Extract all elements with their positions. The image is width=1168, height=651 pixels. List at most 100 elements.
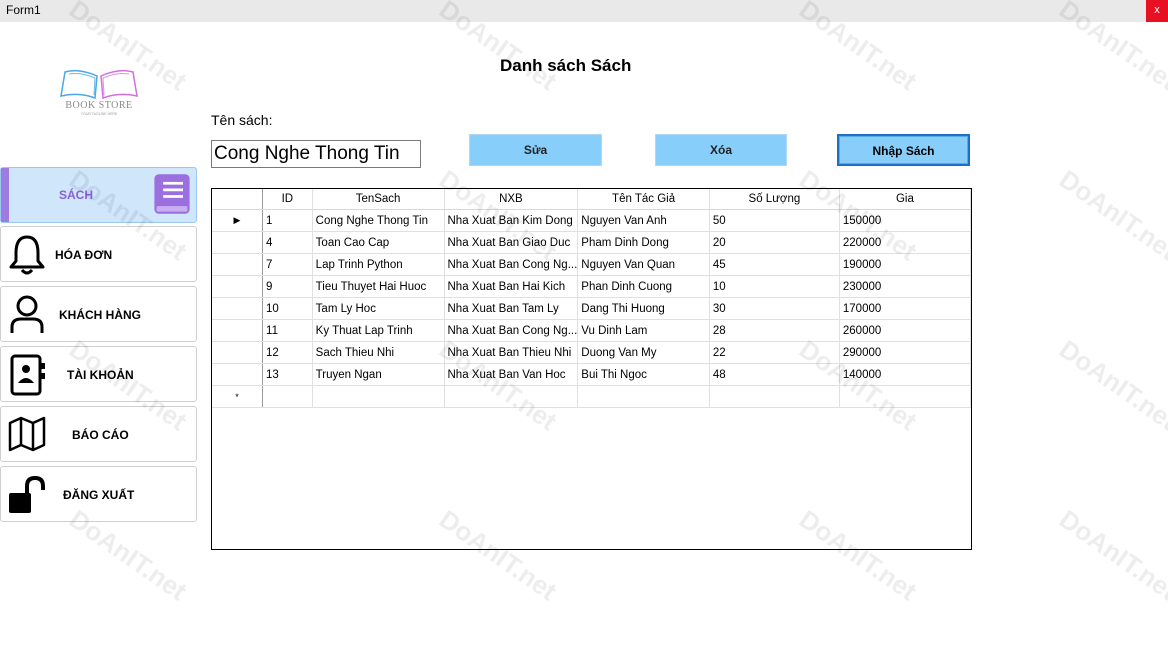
table-cell[interactable]: Nha Xuat Ban Cong Ng... bbox=[444, 319, 579, 342]
sidebar-item-sach[interactable]: SÁCH bbox=[0, 167, 197, 223]
books-grid[interactable]: ID TenSach NXB Tên Tác Giả Số Lượng Gia … bbox=[211, 188, 972, 550]
table-cell[interactable] bbox=[262, 385, 313, 408]
table-cell[interactable]: Nha Xuat Ban Hai Kich bbox=[444, 275, 579, 298]
import-book-button[interactable]: Nhập Sách bbox=[837, 134, 970, 166]
sidebar-item-bao-cao[interactable]: BÁO CÁO bbox=[0, 406, 197, 462]
table-cell[interactable]: 260000 bbox=[839, 319, 971, 342]
window-title: Form1 bbox=[6, 3, 41, 17]
table-cell[interactable]: 13 bbox=[262, 363, 313, 386]
table-cell[interactable]: 7 bbox=[262, 253, 313, 276]
table-cell[interactable]: 290000 bbox=[839, 341, 971, 364]
table-cell[interactable] bbox=[312, 385, 445, 408]
table-cell[interactable] bbox=[577, 385, 710, 408]
logo-brand: BOOK STORE bbox=[65, 100, 133, 111]
table-cell[interactable]: 140000 bbox=[839, 363, 971, 386]
table-cell[interactable]: 22 bbox=[709, 341, 840, 364]
table-cell[interactable]: Nguyen Van Anh bbox=[577, 209, 710, 232]
row-header[interactable] bbox=[212, 275, 264, 298]
table-cell[interactable]: 220000 bbox=[839, 231, 971, 254]
close-button[interactable]: x bbox=[1146, 0, 1168, 22]
column-header-gia[interactable]: Gia bbox=[839, 189, 971, 210]
table-cell[interactable]: Truyen Ngan bbox=[312, 363, 445, 386]
table-cell[interactable]: 10 bbox=[709, 275, 840, 298]
table-cell[interactable]: Cong Nghe Thong Tin bbox=[312, 209, 445, 232]
table-row[interactable]: 10 Tam Ly Hoc Nha Xuat Ban Tam Ly Dang Thi … bbox=[212, 297, 971, 320]
table-cell[interactable]: 28 bbox=[709, 319, 840, 342]
book-name-label: Tên sách: bbox=[211, 112, 273, 128]
column-header-so-luong[interactable]: Số Lượng bbox=[709, 189, 840, 210]
watermark: DoAnIT.net bbox=[1053, 163, 1168, 267]
table-cell[interactable]: 150000 bbox=[839, 209, 971, 232]
table-cell[interactable]: Nha Xuat Ban Tam Ly bbox=[444, 297, 579, 320]
table-row[interactable]: 12 Sach Thieu Nhi Nha Xuat Ban Thieu Nhi Du… bbox=[212, 341, 971, 364]
table-cell[interactable]: Nha Xuat Ban Thieu Nhi bbox=[444, 341, 579, 364]
column-header-id[interactable]: ID bbox=[262, 189, 313, 210]
table-cell[interactable]: Vu Dinh Lam bbox=[577, 319, 710, 342]
table-cell[interactable]: 11 bbox=[262, 319, 313, 342]
table-cell[interactable]: Pham Dinh Dong bbox=[577, 231, 710, 254]
new-row[interactable]: * bbox=[212, 385, 971, 408]
table-cell[interactable]: Dang Thi Huong bbox=[577, 297, 710, 320]
column-header-nxb[interactable]: NXB bbox=[444, 189, 579, 210]
table-row[interactable]: 7 Lap Trinh Python Nha Xuat Ban Cong Ng...… bbox=[212, 253, 971, 276]
table-cell[interactable]: Toan Cao Cap bbox=[312, 231, 445, 254]
table-cell[interactable]: 10 bbox=[262, 297, 313, 320]
sidebar-item-hoa-don[interactable]: HÓA ĐƠN bbox=[0, 226, 197, 282]
sidebar-item-dang-xuat[interactable]: ĐĂNG XUẤT bbox=[0, 466, 197, 522]
table-row[interactable]: 9 Tieu Thuyet Hai Huoc Nha Xuat Ban Hai Ki… bbox=[212, 275, 971, 298]
table-cell[interactable]: Tieu Thuyet Hai Huoc bbox=[312, 275, 445, 298]
sidebar-item-tai-khoan[interactable]: TÀI KHOẢN bbox=[0, 346, 197, 402]
table-cell[interactable]: Nha Xuat Ban Cong Ng... bbox=[444, 253, 579, 276]
table-cell[interactable]: Nha Xuat Ban Kim Dong bbox=[444, 209, 579, 232]
title-bar: Form1 x bbox=[0, 0, 1168, 22]
table-cell[interactable]: 1 bbox=[262, 209, 313, 232]
book-name-input[interactable] bbox=[211, 140, 421, 168]
table-cell[interactable]: Bui Thi Ngoc bbox=[577, 363, 710, 386]
table-cell[interactable]: 48 bbox=[709, 363, 840, 386]
edit-button[interactable]: Sửa bbox=[469, 134, 602, 166]
table-cell[interactable]: Nha Xuat Ban Van Hoc bbox=[444, 363, 579, 386]
table-cell[interactable]: 12 bbox=[262, 341, 313, 364]
table-cell[interactable]: Tam Ly Hoc bbox=[312, 297, 445, 320]
table-cell[interactable]: Lap Trinh Python bbox=[312, 253, 445, 276]
book-store-logo: BOOK STORE YOUR TAGLINE HERE bbox=[55, 66, 143, 120]
table-cell[interactable]: 45 bbox=[709, 253, 840, 276]
table-cell[interactable] bbox=[839, 385, 971, 408]
map-icon bbox=[8, 416, 46, 452]
row-header-corner bbox=[212, 189, 264, 210]
table-cell[interactable]: Sach Thieu Nhi bbox=[312, 341, 445, 364]
row-header[interactable] bbox=[212, 319, 264, 342]
row-header[interactable] bbox=[212, 363, 264, 386]
table-cell[interactable] bbox=[444, 385, 579, 408]
row-header[interactable] bbox=[212, 297, 264, 320]
table-cell[interactable]: 170000 bbox=[839, 297, 971, 320]
new-row-header[interactable]: * bbox=[212, 385, 264, 408]
table-cell[interactable]: Phan Dinh Cuong bbox=[577, 275, 710, 298]
table-cell[interactable]: 20 bbox=[709, 231, 840, 254]
table-cell[interactable]: Nguyen Van Quan bbox=[577, 253, 710, 276]
table-cell[interactable] bbox=[709, 385, 840, 408]
table-cell[interactable]: 50 bbox=[709, 209, 840, 232]
table-cell[interactable]: Duong Van My bbox=[577, 341, 710, 364]
table-row[interactable]: 11 Ky Thuat Lap Trinh Nha Xuat Ban Cong Ng… bbox=[212, 319, 971, 342]
table-row[interactable]: 4 Toan Cao Cap Nha Xuat Ban Giao Duc Pham D… bbox=[212, 231, 971, 254]
sidebar-item-label: KHÁCH HÀNG bbox=[59, 308, 141, 322]
table-cell[interactable]: Ky Thuat Lap Trinh bbox=[312, 319, 445, 342]
sidebar-item-khach-hang[interactable]: KHÁCH HÀNG bbox=[0, 286, 197, 342]
table-cell[interactable]: 190000 bbox=[839, 253, 971, 276]
table-row[interactable]: ▶ 1 Cong Nghe Thong Tin Nha Xuat Ban Kim Do… bbox=[212, 209, 971, 232]
row-header[interactable] bbox=[212, 253, 264, 276]
table-cell[interactable]: 9 bbox=[262, 275, 313, 298]
table-cell[interactable]: 30 bbox=[709, 297, 840, 320]
row-header[interactable] bbox=[212, 341, 264, 364]
table-cell[interactable]: Nha Xuat Ban Giao Duc bbox=[444, 231, 579, 254]
row-header[interactable] bbox=[212, 231, 264, 254]
column-header-tac-gia[interactable]: Tên Tác Giả bbox=[577, 189, 710, 210]
table-row[interactable]: 13 Truyen Ngan Nha Xuat Ban Van Hoc Bui Thi… bbox=[212, 363, 971, 386]
book-icon bbox=[154, 174, 190, 214]
table-cell[interactable]: 4 bbox=[262, 231, 313, 254]
delete-button[interactable]: Xóa bbox=[655, 134, 787, 166]
column-header-tensach[interactable]: TenSach bbox=[312, 189, 445, 210]
table-cell[interactable]: 230000 bbox=[839, 275, 971, 298]
row-header[interactable]: ▶ bbox=[212, 209, 264, 232]
